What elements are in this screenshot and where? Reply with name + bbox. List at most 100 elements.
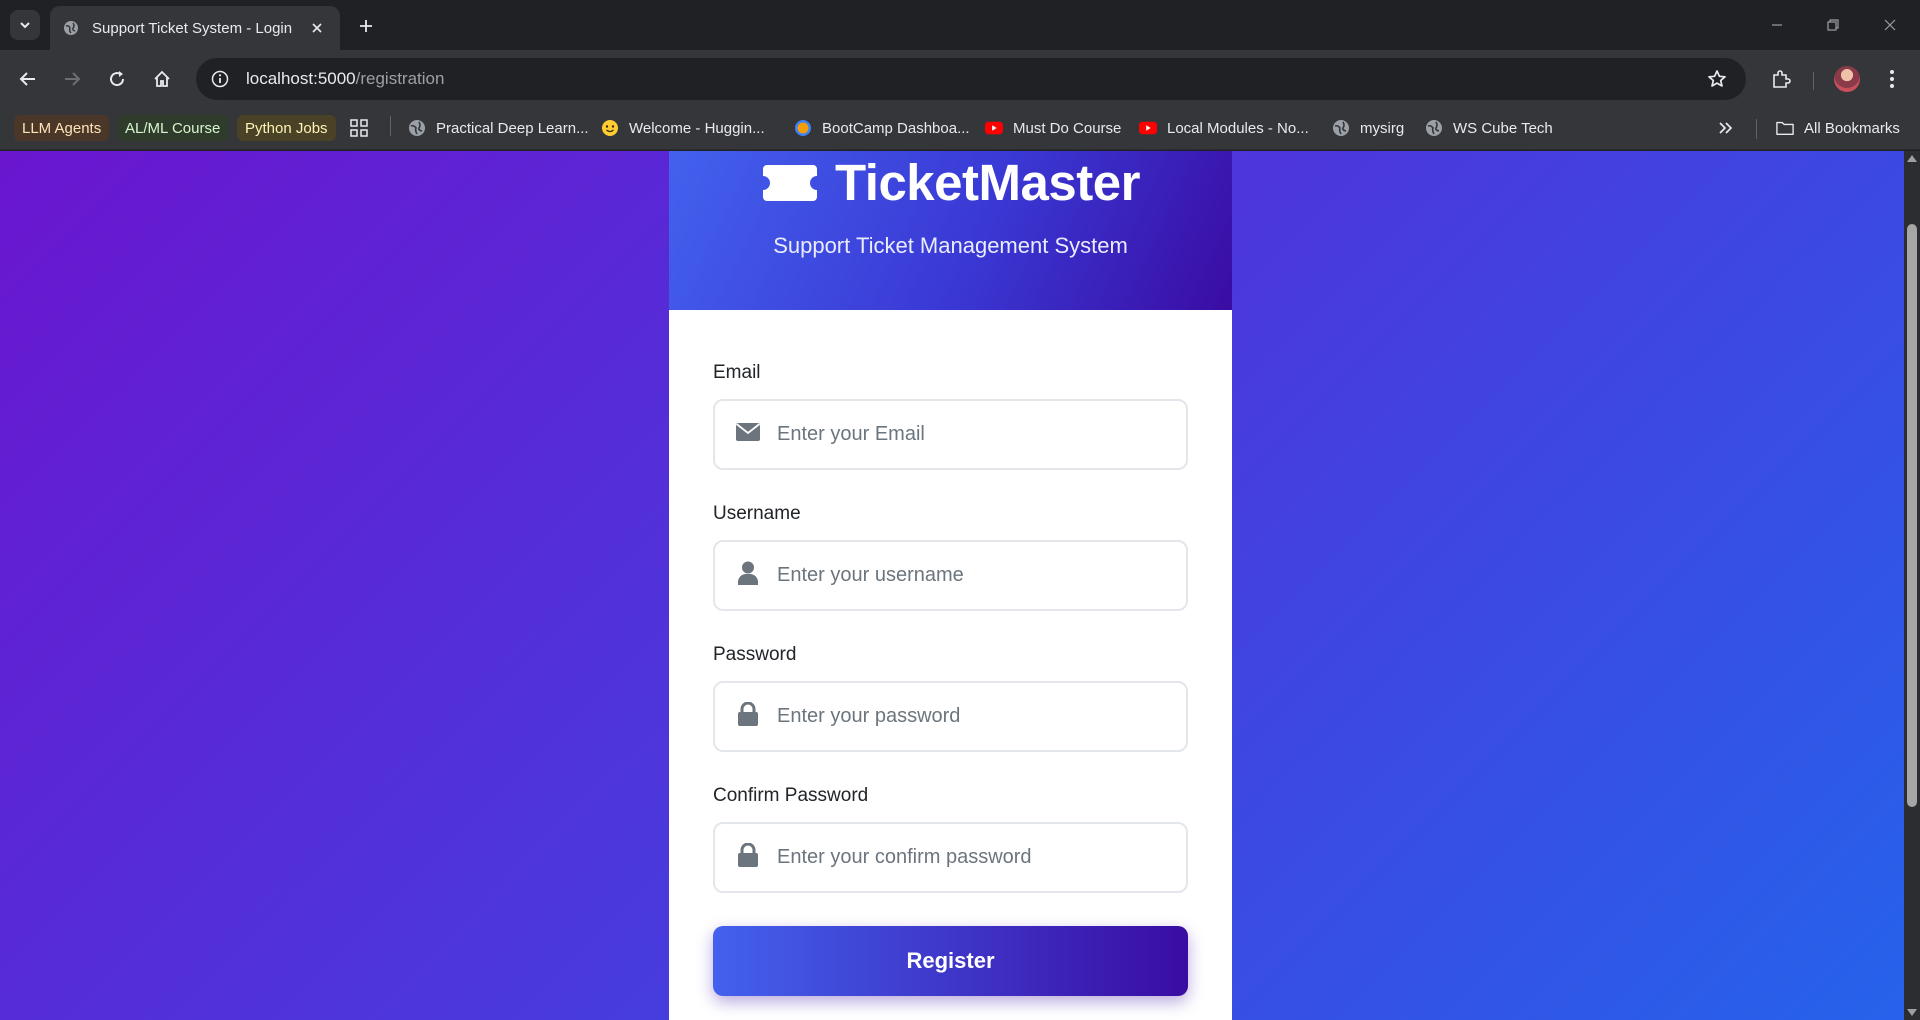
bookmark-label: Practical Deep Learn... [436,119,589,137]
bookmark-llm-agents[interactable]: LLM Agents [14,115,110,141]
bookmark-practical-deep-learning[interactable]: Practical Deep Learn... [408,115,589,141]
registration-form: Email Username Password [713,361,1188,925]
page-scrollbar[interactable] [1904,151,1920,1020]
folder-icon [1776,119,1794,137]
confirm-password-input[interactable] [777,824,1177,891]
email-field-group: Email [713,361,1188,502]
bookmark-hugging-face[interactable]: Welcome - Huggin... [601,115,765,141]
bookmark-star-icon[interactable] [1702,64,1732,94]
bookmark-label: Local Modules - No... [1167,119,1309,137]
back-button[interactable] [12,63,44,95]
page-viewport: TicketMaster Support Ticket Management S… [0,151,1920,1020]
tab-strip: Support Ticket System - Login [0,0,1920,50]
username-field-group: Username [713,502,1188,643]
all-bookmarks-button[interactable]: All Bookmarks [1776,115,1900,141]
register-button[interactable]: Register [713,926,1188,996]
youtube-icon [1139,119,1157,137]
email-label: Email [713,362,761,383]
extensions-button[interactable] [1765,63,1797,95]
double-chevron-right-icon [1719,122,1733,134]
bookmark-label: WS Cube Tech [1453,119,1553,137]
username-input[interactable] [777,542,1177,609]
puzzle-icon [1773,70,1791,88]
reload-button[interactable] [101,63,133,95]
avatar [1834,66,1860,92]
bookmark-al-ml-course[interactable]: AL/ML Course [117,115,229,141]
browser-tab[interactable]: Support Ticket System - Login [50,6,340,50]
ticket-icon [763,164,818,201]
globe-icon [408,119,426,137]
scroll-thumb[interactable] [1907,224,1917,807]
bookmarks-divider [1756,119,1757,139]
brand: TicketMaster [669,153,1232,212]
all-bookmarks-label: All Bookmarks [1804,119,1900,137]
globe-icon [62,19,80,37]
forward-button[interactable] [56,63,88,95]
toolbar-divider [1813,72,1814,90]
confirm-password-label: Confirm Password [713,785,869,806]
apps-grid-icon [350,119,368,137]
scroll-up-arrow-icon[interactable] [1907,155,1917,162]
site-info-icon[interactable] [206,65,234,93]
email-input-wrapper [713,399,1188,470]
browser-toolbar: localhost:5000/registration [0,50,1920,108]
lock-icon [735,842,761,868]
scroll-down-arrow-icon[interactable] [1907,1009,1917,1016]
bookmark-label: BootCamp Dashboa... [822,119,970,137]
close-window-button[interactable] [1870,10,1910,40]
hugging-face-icon [601,119,619,137]
bookmark-local-modules[interactable]: Local Modules - No... [1139,115,1309,141]
bookmark-label: mysirg [1360,119,1405,137]
url-text[interactable]: localhost:5000/registration [246,69,1702,89]
bookmarks-separator [390,116,391,136]
globe-icon [1332,119,1350,137]
bookmark-bootcamp-dashboard[interactable]: BootCamp Dashboa... [794,115,970,141]
url-host: localhost:5000 [246,69,356,88]
profile-button[interactable] [1831,63,1863,95]
bookmark-label: Must Do Course [1013,119,1122,137]
restore-button[interactable] [1813,10,1853,40]
address-bar[interactable]: localhost:5000/registration [196,58,1746,100]
arrow-left-icon [19,72,35,86]
brand-subtitle: Support Ticket Management System [773,233,1128,258]
youtube-icon [985,119,1003,137]
user-icon [735,560,761,586]
home-icon [154,70,170,87]
browser-menu-button[interactable] [1876,63,1908,95]
confirm-password-input-wrapper [713,822,1188,893]
bookmarks-bar: LLM Agents AL/ML Course Python Jobs Prac… [0,108,1920,150]
password-input-wrapper [713,681,1188,752]
chevron-down-icon [20,22,30,29]
bootcamp-icon [794,119,812,137]
home-button[interactable] [146,63,178,95]
bookmark-mysirg[interactable]: mysirg [1332,115,1404,141]
close-tab-icon[interactable] [306,17,328,39]
bookmark-label: Welcome - Huggin... [629,119,765,137]
registration-card: TicketMaster Support Ticket Management S… [669,151,1232,1020]
minimize-button[interactable] [1757,10,1797,40]
brand-name: TicketMaster [835,154,1140,211]
password-label: Password [713,644,797,665]
arrow-right-icon [65,72,81,86]
username-input-wrapper [713,540,1188,611]
username-label: Username [713,503,801,524]
bookmark-must-do-course[interactable]: Must Do Course [985,115,1121,141]
bookmark-python-jobs[interactable]: Python Jobs [237,115,336,141]
card-header: TicketMaster Support Ticket Management S… [669,151,1232,310]
bookmark-ws-cube-tech[interactable]: WS Cube Tech [1425,115,1553,141]
plus-icon [360,20,372,32]
restore-icon [1827,19,1839,31]
reload-icon [110,71,125,87]
tab-search-button[interactable] [10,10,40,40]
minimize-icon [1772,24,1782,26]
apps-button[interactable] [350,115,368,141]
tab-title: Support Ticket System - Login [92,19,293,37]
email-input[interactable] [777,401,1177,468]
password-input[interactable] [777,683,1177,750]
more-bookmarks-button[interactable] [1718,115,1734,141]
new-tab-button[interactable] [352,12,380,40]
confirm-password-field-group: Confirm Password [713,784,1188,925]
globe-icon [1425,119,1443,137]
envelope-icon [735,419,761,445]
password-field-group: Password [713,643,1188,784]
